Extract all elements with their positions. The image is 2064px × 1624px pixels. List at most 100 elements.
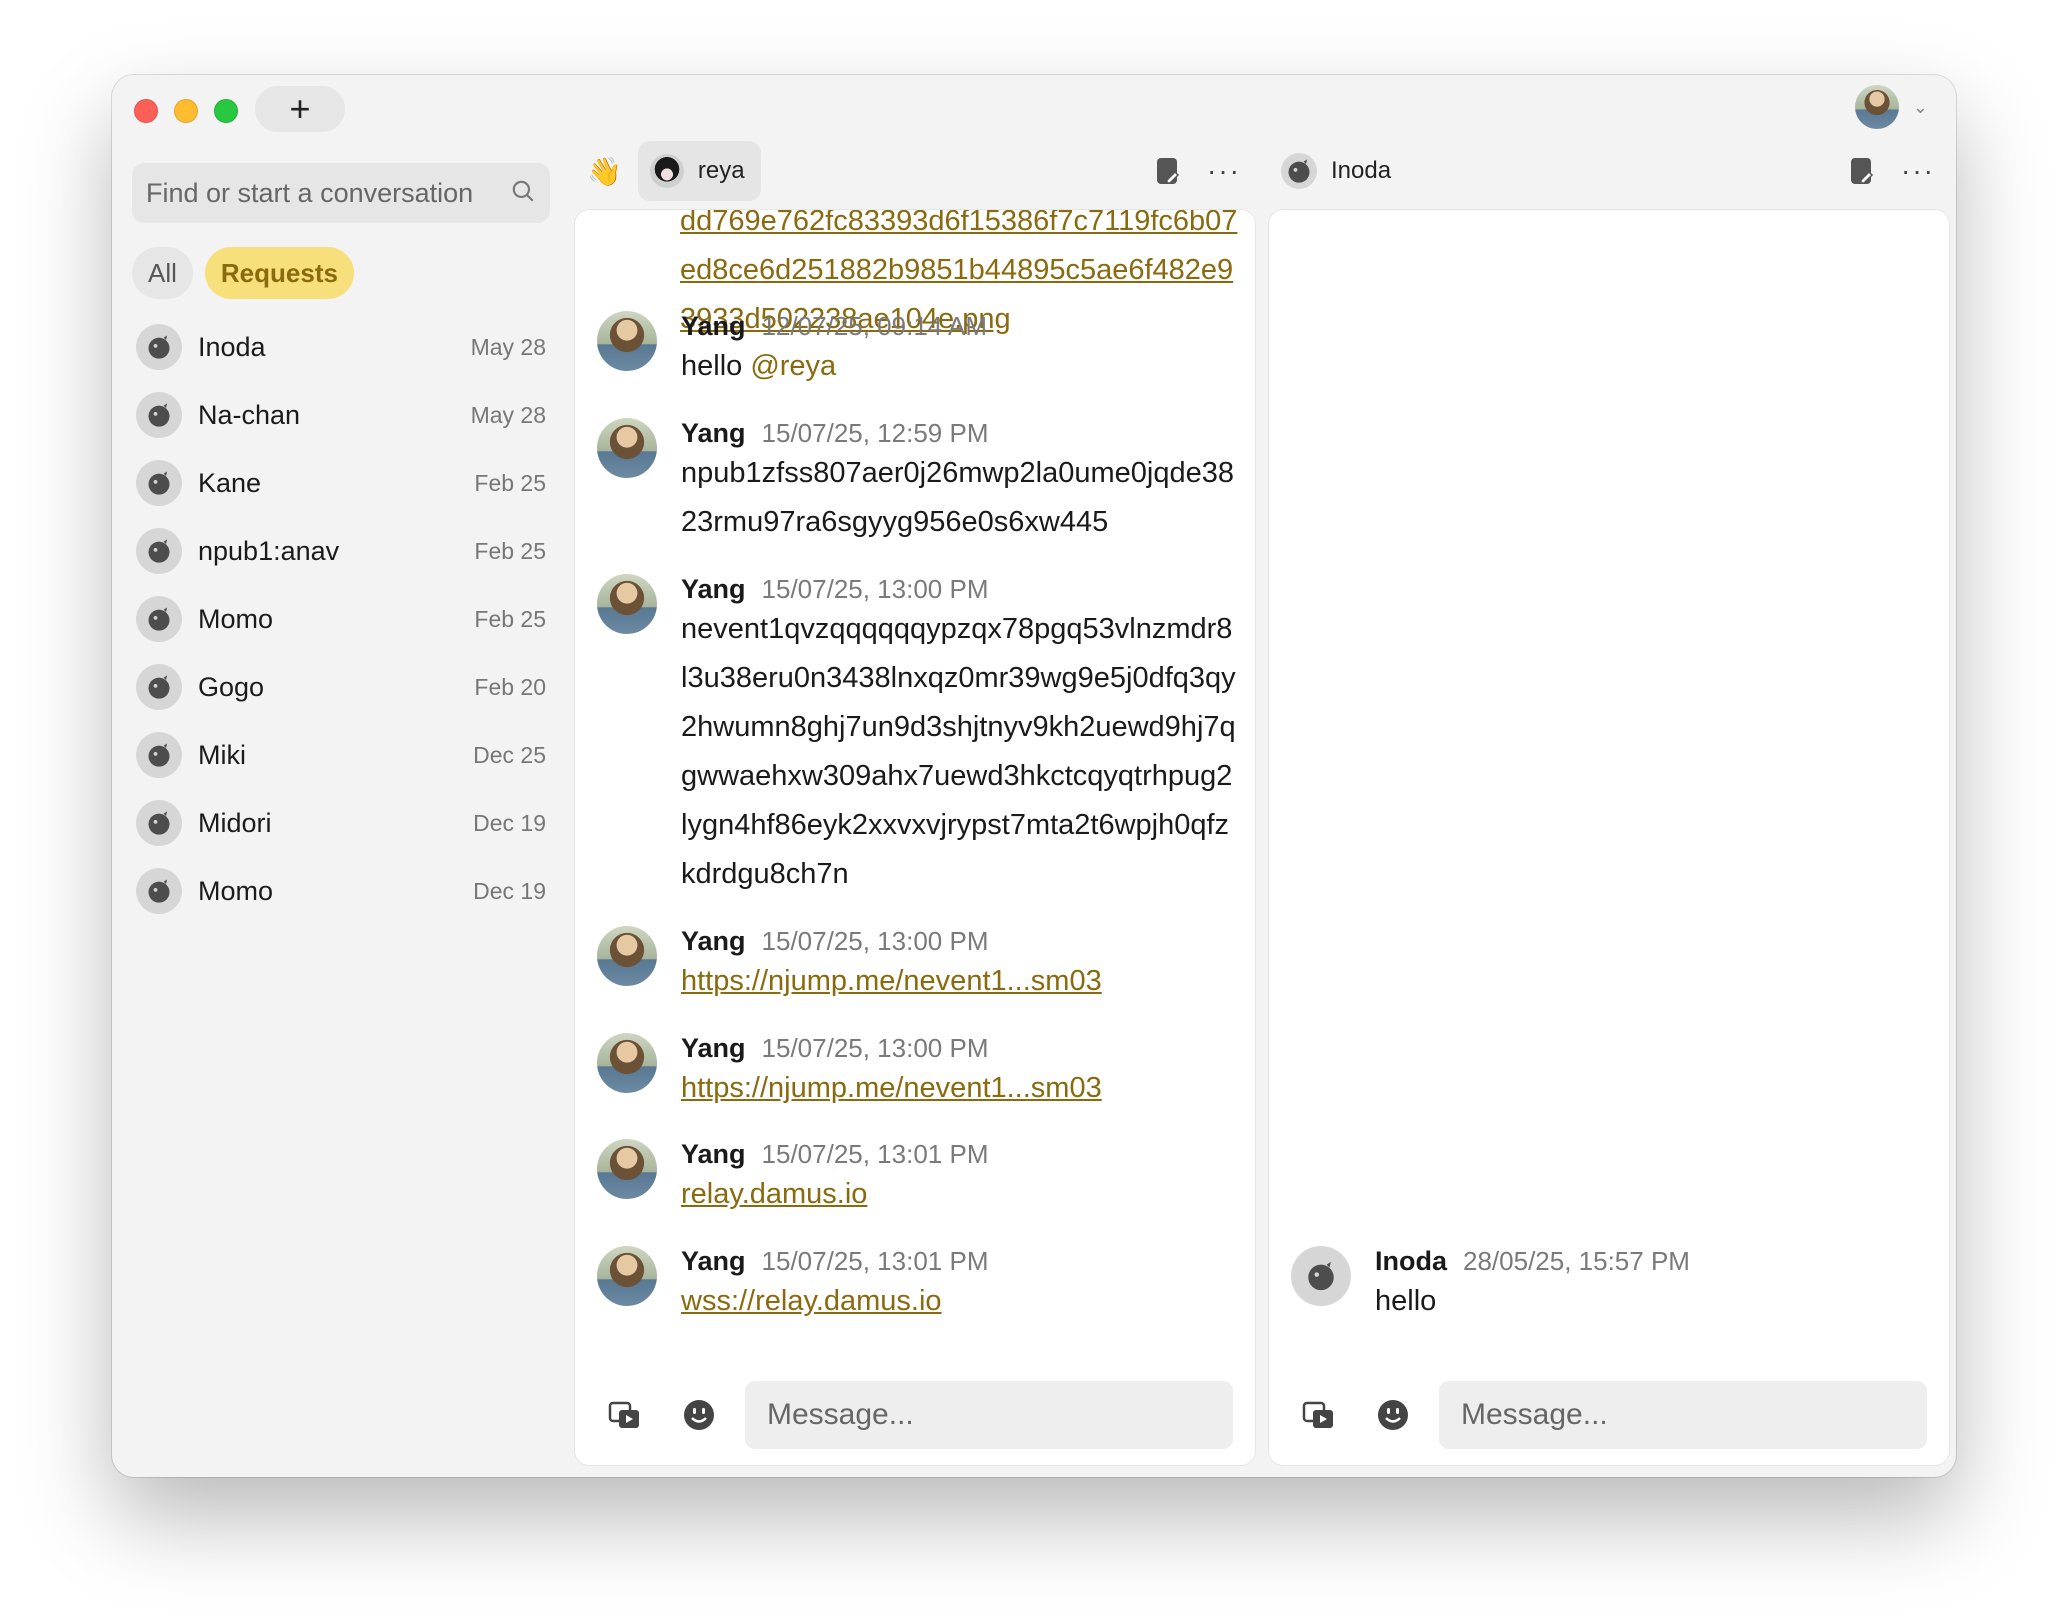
chat-header-inoda: Inoda ··· [1269, 140, 1949, 202]
search-input[interactable] [146, 177, 486, 209]
mention-link[interactable]: @reya [750, 350, 836, 382]
message-time: 28/05/25, 15:57 PM [1463, 1246, 1690, 1276]
conversation-date: Dec 19 [473, 877, 546, 904]
new-conversation-button[interactable]: + [255, 86, 345, 132]
conversation-date: Feb 25 [474, 469, 546, 496]
message-text: nevent1qvzqqqqqqypzqx78pgq53vlnzmdr8l3u3… [681, 613, 1236, 890]
conversation-list: Inoda May 28 Na-chan May 28 Kane Feb 25 … [132, 313, 550, 925]
conversation-item[interactable]: Miki Dec 25 [132, 721, 550, 789]
filter-all[interactable]: All [132, 247, 193, 299]
conversation-item[interactable]: Momo Feb 25 [132, 585, 550, 653]
conversation-item[interactable]: Na-chan May 28 [132, 381, 550, 449]
more-options-icon[interactable]: ··· [1207, 157, 1241, 185]
tab-reya[interactable]: reya [637, 141, 761, 201]
message-author: Yang [681, 418, 746, 448]
avatar [597, 1246, 657, 1306]
conversation-filters: All Requests [132, 247, 550, 299]
more-options-icon[interactable]: ··· [1901, 157, 1935, 185]
conversation-name: Inoda [198, 331, 266, 362]
message-author: Yang [681, 574, 746, 604]
message-time: 15/07/25, 13:01 PM [761, 1246, 989, 1276]
message-author: Yang [681, 311, 746, 341]
composer [597, 1381, 1233, 1449]
minimize-window-button[interactable] [174, 99, 198, 123]
attach-media-icon[interactable] [1291, 1387, 1347, 1443]
message-text: npub1zfss807aer0j26mwp2la0ume0jqde3823rm… [681, 457, 1235, 538]
conversation-item[interactable]: npub1:anav Feb 25 [132, 517, 550, 585]
chat-header-reya: 👋 reya ··· [575, 140, 1255, 202]
message-text: hello [681, 350, 751, 382]
compose-note-icon[interactable] [1849, 156, 1875, 186]
avatar [597, 1033, 657, 1093]
conversation-date: May 28 [470, 401, 546, 428]
avatar [597, 574, 657, 634]
message-time: 15/07/25, 13:01 PM [761, 1139, 989, 1169]
conversation-name: Momo [198, 603, 274, 634]
emoji-icon[interactable] [1365, 1387, 1421, 1443]
message: Yang 12/07/25, 09:14 AM hello @reya [597, 311, 1237, 391]
close-window-button[interactable] [134, 99, 158, 123]
emoji-icon[interactable] [671, 1387, 727, 1443]
message-text: hello [1375, 1285, 1437, 1317]
avatar [597, 418, 657, 478]
conversation-name: Kane [198, 467, 262, 498]
avatar [136, 392, 182, 438]
message: Inoda 28/05/25, 15:57 PM hello [1291, 1246, 1931, 1326]
message-link[interactable]: https://njump.me/nevent1...sm03 [681, 1072, 1102, 1104]
search-icon[interactable] [510, 178, 536, 209]
avatar [136, 596, 182, 642]
message-list[interactable]: dd769e762fc83393d6f15386f7c7119fc6b07ed8… [575, 210, 1255, 1375]
avatar [597, 926, 657, 986]
app-window: + ⌄ All Requests Inoda May 28 Na-chan Ma [112, 75, 1956, 1477]
avatar [136, 664, 182, 710]
avatar [136, 460, 182, 506]
conversation-name: Midori [198, 807, 272, 838]
avatar [649, 154, 684, 188]
zoom-window-button[interactable] [214, 99, 238, 123]
message-link[interactable]: https://njump.me/nevent1...sm03 [681, 965, 1102, 997]
conversation-name: Gogo [198, 671, 265, 702]
message: Yang 15/07/25, 13:01 PM relay.damus.io [597, 1139, 1237, 1219]
avatar [136, 324, 182, 370]
message-link[interactable]: relay.damus.io [681, 1178, 867, 1210]
message-time: 12/07/25, 09:14 AM [761, 311, 988, 341]
conversation-name: Na-chan [198, 399, 301, 430]
message-author: Yang [681, 1139, 746, 1169]
message-author: Yang [681, 1033, 746, 1063]
chat-panel-inoda: Inoda 28/05/25, 15:57 PM hello [1269, 210, 1949, 1465]
conversation-item[interactable]: Inoda May 28 [132, 313, 550, 381]
message-list[interactable]: Inoda 28/05/25, 15:57 PM hello [1269, 210, 1949, 1375]
conversation-date: May 28 [470, 333, 546, 360]
account-avatar [1854, 85, 1899, 129]
conversation-item[interactable]: Momo Dec 19 [132, 857, 550, 925]
conversation-date: Feb 25 [474, 537, 546, 564]
attach-media-icon[interactable] [597, 1387, 653, 1443]
wave-icon[interactable]: 👋 [587, 155, 622, 188]
chat-title: reya [697, 157, 745, 184]
avatar [1291, 1246, 1351, 1306]
filter-requests[interactable]: Requests [204, 247, 354, 299]
message-time: 15/07/25, 13:00 PM [761, 574, 989, 604]
composer [1291, 1381, 1927, 1449]
avatar [136, 800, 182, 846]
message-time: 15/07/25, 13:00 PM [761, 926, 989, 956]
conversation-date: Dec 25 [473, 741, 546, 768]
conversation-item[interactable]: Midori Dec 19 [132, 789, 550, 857]
message: Yang 15/07/25, 13:00 PM https://njump.me/… [597, 1033, 1237, 1113]
conversation-name: Miki [198, 739, 246, 770]
compose-note-icon[interactable] [1155, 156, 1181, 186]
chevron-down-icon: ⌄ [1912, 96, 1928, 117]
conversation-name: Momo [198, 875, 274, 906]
message-link[interactable]: wss://relay.damus.io [681, 1285, 942, 1317]
conversation-item[interactable]: Kane Feb 25 [132, 449, 550, 517]
message-input[interactable] [745, 1381, 1233, 1449]
search-box [132, 163, 550, 223]
message-input[interactable] [1439, 1381, 1927, 1449]
sidebar: All Requests Inoda May 28 Na-chan May 28… [132, 163, 550, 925]
tab-inoda[interactable]: Inoda [1269, 141, 1407, 201]
avatar [1281, 153, 1317, 189]
account-switcher[interactable]: ⌄ [1854, 85, 1928, 129]
message-author: Inoda [1375, 1246, 1447, 1276]
conversation-item[interactable]: Gogo Feb 20 [132, 653, 550, 721]
avatar [136, 528, 182, 574]
